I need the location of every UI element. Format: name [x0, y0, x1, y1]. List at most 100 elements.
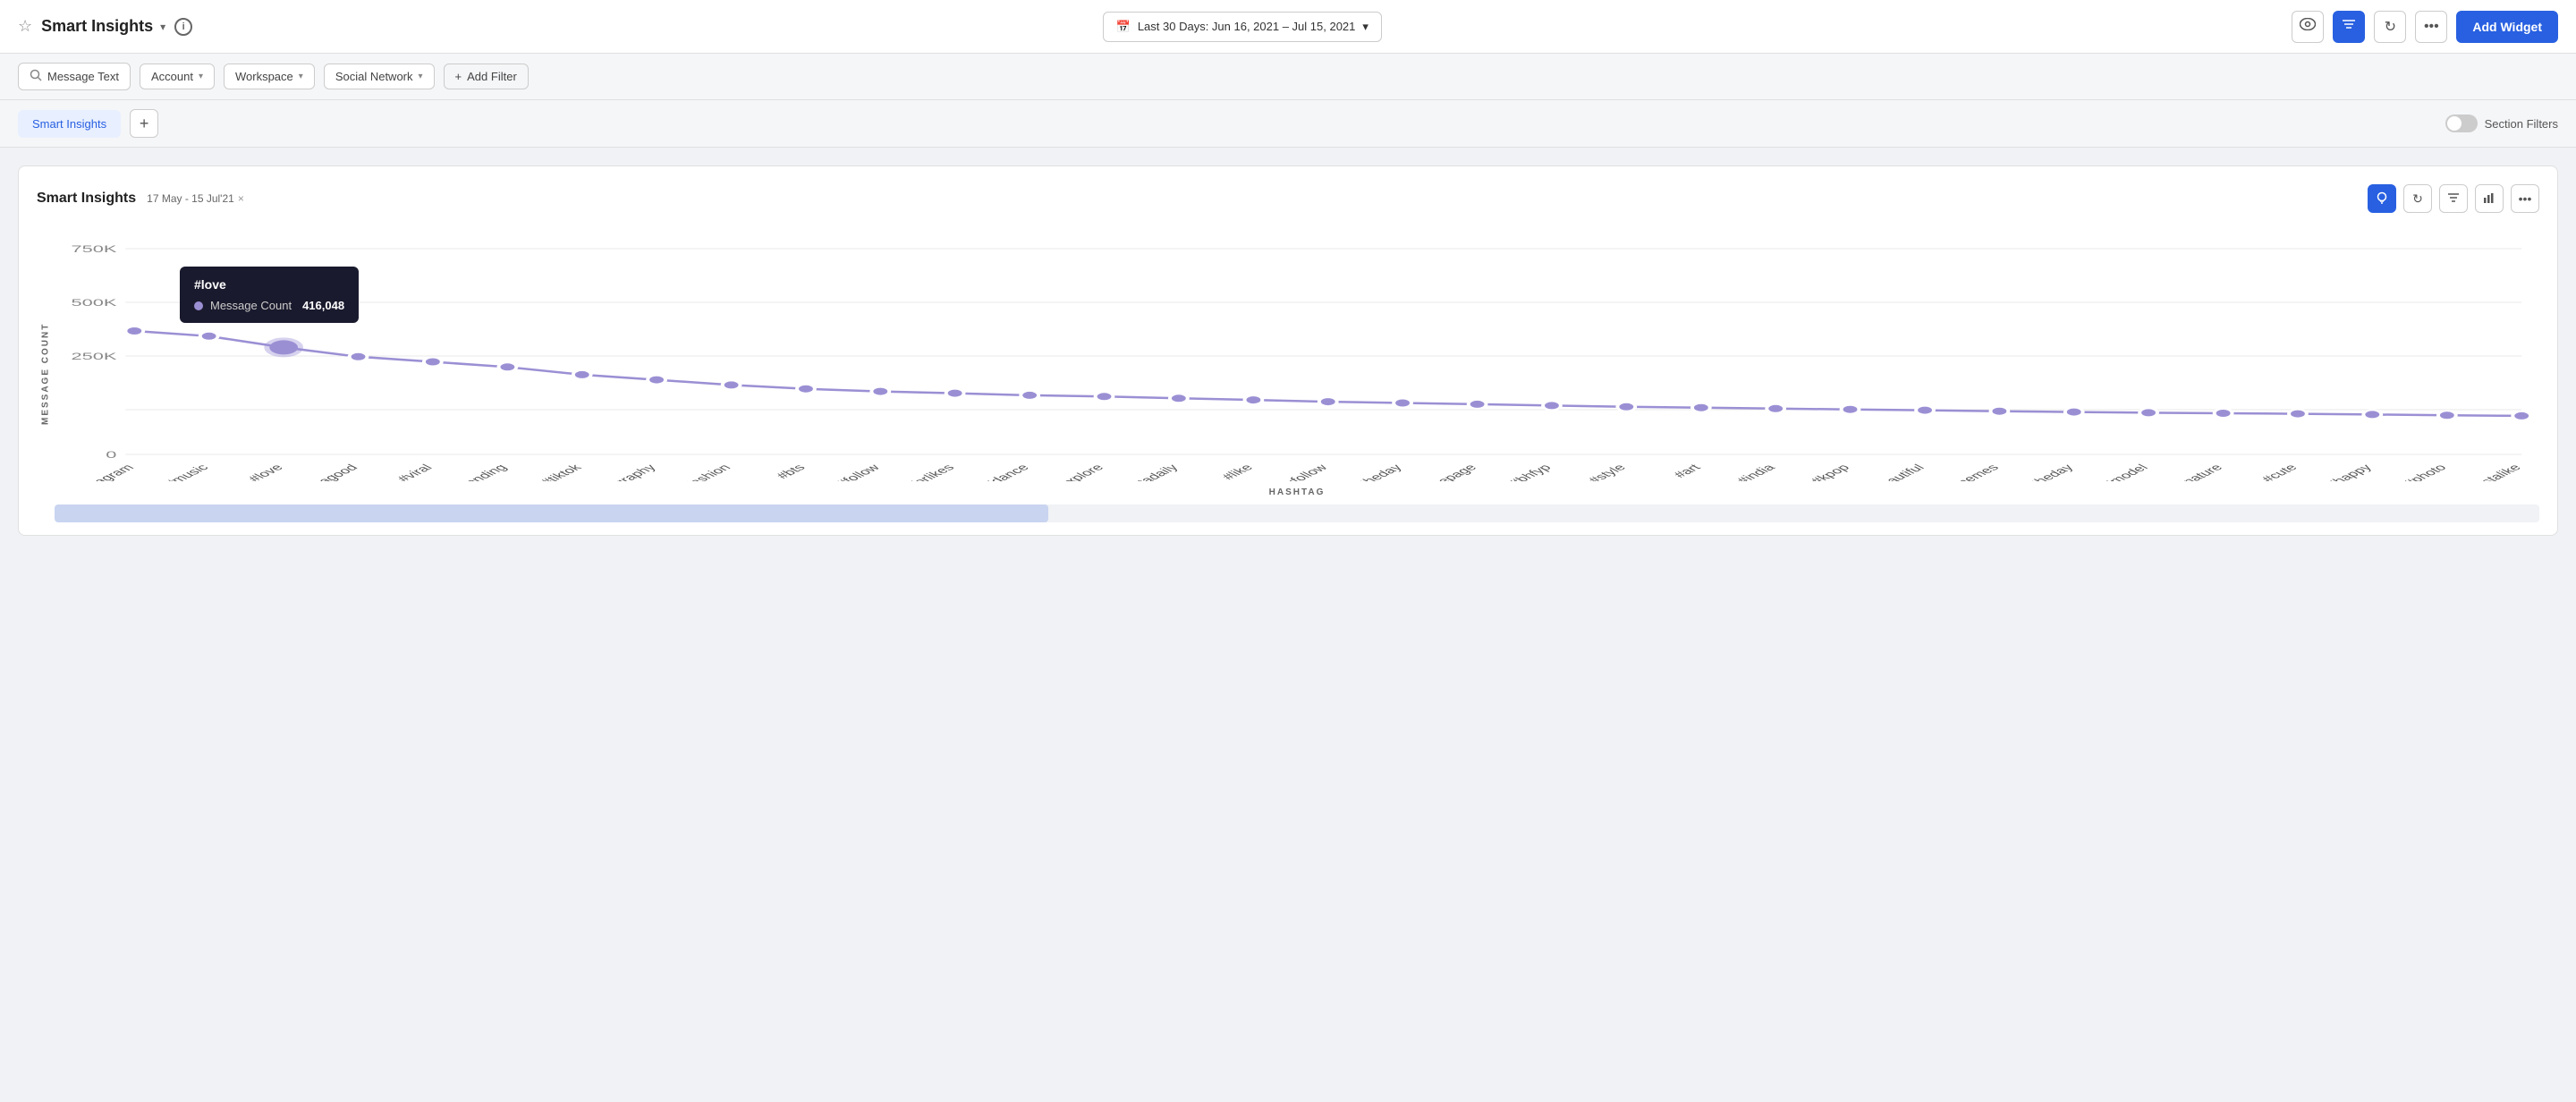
app-header: ☆ Smart Insights ▾ i 📅 Last 30 Days: Jun… — [0, 0, 2576, 54]
widget-more-icon: ••• — [2519, 191, 2532, 206]
message-text-filter[interactable]: Message Text — [18, 63, 131, 90]
svg-text:#happy: #happy — [2323, 462, 2376, 481]
svg-text:#viral: #viral — [394, 462, 436, 481]
header-left: ☆ Smart Insights ▾ i — [18, 17, 192, 36]
account-chevron-icon: ▾ — [199, 72, 203, 81]
svg-text:#explorepage: #explorepage — [1394, 462, 1480, 481]
section-filters-label: Section Filters — [2485, 117, 2558, 131]
section-filters: Section Filters — [2445, 114, 2558, 132]
chart-area: MESSAGE COUNT #love Message Count 416,04… — [37, 231, 2539, 517]
chart-scrollbar[interactable] — [55, 504, 2539, 522]
svg-text:#bts: #bts — [773, 462, 809, 480]
tabs-left: Smart Insights + — [18, 109, 158, 138]
widget-bar-button[interactable] — [2475, 184, 2504, 213]
svg-text:#trending: #trending — [447, 462, 511, 481]
message-text-label: Message Text — [47, 70, 119, 83]
filter-bar: Message Text Account ▾ Workspace ▾ Socia… — [0, 54, 2576, 100]
svg-text:#photo: #photo — [2400, 462, 2450, 481]
widget-more-button[interactable]: ••• — [2511, 184, 2539, 213]
svg-text:#bhfyp: #bhfyp — [1505, 462, 1555, 481]
svg-text:#photography: #photography — [573, 462, 660, 481]
bar-chart-icon — [2483, 191, 2496, 206]
social-network-label: Social Network — [335, 70, 413, 83]
social-network-chevron-icon: ▾ — [419, 72, 423, 81]
main-content: Smart Insights 17 May - 15 Jul'21 × — [0, 148, 2576, 554]
filter-icon — [2342, 18, 2356, 35]
widget-header: Smart Insights 17 May - 15 Jul'21 × — [37, 184, 2539, 213]
widget-actions: ↻ — [2368, 184, 2539, 213]
workspace-chevron-icon: ▾ — [299, 72, 303, 81]
account-filter[interactable]: Account ▾ — [140, 64, 215, 89]
svg-text:#kpop: #kpop — [1808, 462, 1853, 481]
header-right: ↻ ••• Add Widget — [2292, 11, 2558, 43]
add-filter-label: Add Filter — [467, 70, 517, 83]
add-filter-button[interactable]: + Add Filter — [444, 64, 529, 89]
refresh-button[interactable]: ↻ — [2374, 11, 2406, 43]
svg-text:#follow: #follow — [833, 462, 884, 481]
widget-date-badge: 17 May - 15 Jul'21 × — [147, 192, 244, 205]
account-label: Account — [151, 70, 193, 83]
svg-text:#music: #music — [161, 462, 213, 481]
svg-text:#likeforlikes: #likeforlikes — [882, 462, 958, 481]
social-network-filter[interactable]: Social Network ▾ — [324, 64, 435, 89]
section-filters-toggle[interactable] — [2445, 114, 2478, 132]
filter-button[interactable] — [2333, 11, 2365, 43]
svg-text:#art: #art — [1670, 462, 1705, 480]
widget-title: Smart Insights — [37, 191, 136, 207]
svg-text:500K: 500K — [72, 297, 118, 309]
smart-insights-widget: Smart Insights 17 May - 15 Jul'21 × — [18, 165, 2558, 536]
svg-text:#tiktok: #tiktok — [538, 462, 586, 481]
widget-refresh-button[interactable]: ↻ — [2403, 184, 2432, 213]
date-range-label: Last 30 Days: Jun 16, 2021 – Jul 15, 202… — [1138, 20, 1356, 33]
line-chart: 750K 500K 250K 0 #instagram#music#love#i… — [55, 231, 2539, 481]
y-axis-label: MESSAGE COUNT — [37, 231, 55, 517]
svg-text:#beautiful: #beautiful — [1863, 462, 1928, 481]
workspace-label: Workspace — [235, 70, 293, 83]
date-badge-close[interactable]: × — [238, 192, 244, 205]
workspace-filter[interactable]: Workspace ▾ — [224, 64, 315, 89]
svg-text:#explore: #explore — [1048, 462, 1107, 481]
tabs-bar: Smart Insights + Section Filters — [0, 100, 2576, 148]
svg-text:#model: #model — [2099, 462, 2152, 481]
more-options-button[interactable]: ••• — [2415, 11, 2447, 43]
svg-text:#nature: #nature — [2173, 462, 2226, 481]
svg-text:#fashion: #fashion — [676, 462, 735, 481]
svg-text:#love: #love — [245, 462, 287, 481]
svg-text:#like: #like — [1218, 462, 1257, 481]
add-tab-button[interactable]: + — [130, 109, 158, 138]
refresh-icon: ↻ — [2385, 18, 2396, 36]
svg-text:0: 0 — [106, 449, 116, 461]
widget-insight-button[interactable] — [2368, 184, 2396, 213]
svg-text:#india: #india — [1733, 462, 1779, 481]
widget-filter-icon — [2447, 191, 2460, 206]
favorite-button[interactable]: ☆ — [18, 17, 32, 36]
bulb-icon — [2375, 191, 2389, 208]
title-group: Smart Insights ▾ — [41, 17, 165, 36]
info-icon[interactable]: i — [174, 18, 192, 36]
visibility-button[interactable] — [2292, 11, 2324, 43]
add-widget-button[interactable]: Add Widget — [2456, 11, 2558, 43]
page-title: Smart Insights — [41, 17, 153, 36]
date-badge-text: 17 May - 15 Jul'21 — [147, 192, 234, 205]
svg-text:750K: 750K — [72, 243, 118, 255]
svg-text:#picoftheday: #picoftheday — [1996, 462, 2078, 481]
title-chevron-icon[interactable]: ▾ — [160, 21, 165, 33]
x-axis-label: HASHTAG — [55, 487, 2539, 497]
svg-text:#instagram: #instagram — [65, 462, 138, 481]
widget-refresh-icon: ↻ — [2412, 191, 2423, 207]
svg-text:#style: #style — [1585, 462, 1630, 481]
date-chevron-icon: ▾ — [1362, 20, 1368, 34]
svg-text:#dance: #dance — [980, 462, 1033, 481]
tab-smart-insights[interactable]: Smart Insights — [18, 110, 121, 138]
svg-text:#instagood: #instagood — [290, 462, 361, 481]
more-icon: ••• — [2424, 19, 2439, 35]
scrollbar-thumb[interactable] — [55, 504, 1048, 522]
svg-text:#cute: #cute — [2258, 462, 2301, 481]
svg-text:#memes: #memes — [1944, 462, 2003, 481]
svg-text:#instalike: #instalike — [2462, 462, 2525, 481]
date-range-button[interactable]: 📅 Last 30 Days: Jun 16, 2021 – Jul 15, 2… — [1103, 12, 1382, 42]
search-icon — [30, 69, 42, 84]
svg-text:#instadaily: #instadaily — [1112, 462, 1182, 481]
calendar-icon: 📅 — [1116, 20, 1131, 34]
widget-filter-button[interactable] — [2439, 184, 2468, 213]
